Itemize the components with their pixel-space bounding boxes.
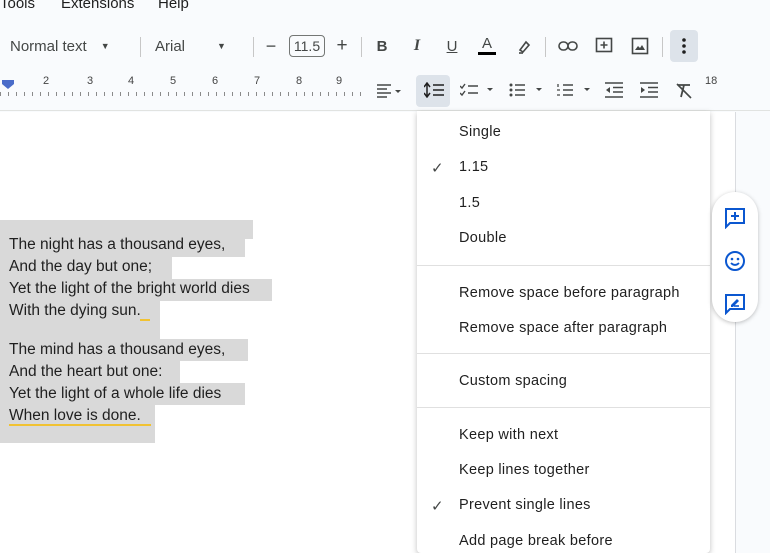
floating-actions	[712, 192, 758, 322]
poem-line: The night has a thousand eyes,	[9, 236, 226, 253]
line-spacing-menu: Single ✓ 1.15 1.5 Double Remove space be…	[417, 111, 710, 553]
underline-button[interactable]: U	[442, 26, 462, 66]
text-color-letter: A	[481, 35, 492, 52]
ruler-number: 7	[254, 75, 261, 87]
bold-button[interactable]: B	[372, 26, 392, 66]
add-comment-icon	[725, 208, 745, 229]
emoji-reaction-button[interactable]	[723, 249, 747, 273]
menu-extensions[interactable]: Extensions	[61, 0, 134, 12]
increase-font-size-button[interactable]: +	[332, 26, 352, 66]
poem-line: Yet the light of a whole life dies	[9, 385, 222, 402]
style-select[interactable]: Normal text ▼	[10, 26, 130, 66]
poem-line: Yet the light of the bright world dies	[9, 280, 250, 297]
menu-item-remove-space-after[interactable]: Remove space after paragraph	[459, 320, 667, 336]
decrease-indent-icon[interactable]	[605, 82, 623, 98]
image-icon	[631, 37, 649, 55]
font-select-value: Arial	[155, 37, 186, 55]
ruler-number: 4	[128, 75, 135, 87]
selection-highlight	[0, 323, 160, 339]
ruler-number: 18	[705, 75, 718, 87]
ruler-number: 8	[296, 75, 303, 87]
menu-item-single[interactable]: Single	[459, 124, 501, 140]
chevron-down-icon: ▼	[100, 41, 110, 51]
add-comment-icon	[595, 37, 613, 53]
poem-line: With the dying sun.	[9, 302, 141, 319]
ruler-number: 6	[212, 75, 219, 87]
toolbar-divider	[545, 37, 546, 57]
menu-bar: Tools Extensions Help	[0, 0, 770, 22]
menu-divider	[417, 353, 710, 354]
spellcheck-underline	[9, 424, 151, 426]
check-icon: ✓	[431, 498, 444, 515]
toolbar-divider	[662, 37, 663, 57]
font-select[interactable]: Arial ▼	[155, 26, 245, 66]
poem-line: The mind has a thousand eyes,	[9, 341, 226, 358]
menu-item-add-page-break-before[interactable]: Add page break before	[459, 533, 613, 549]
emoji-icon	[725, 251, 745, 271]
menu-item-1-15[interactable]: 1.15	[459, 159, 488, 175]
add-comment-side-button[interactable]	[723, 206, 747, 230]
checklist-icon[interactable]	[460, 83, 496, 97]
style-select-value: Normal text	[10, 37, 87, 55]
menu-item-keep-lines-together[interactable]: Keep lines together	[459, 462, 590, 478]
suggest-edits-button[interactable]	[723, 292, 747, 316]
decrease-font-size-button[interactable]: −	[260, 26, 282, 66]
menu-help[interactable]: Help	[158, 0, 189, 12]
ruler: 2 3 4 5 6 7 8 9 18	[0, 70, 770, 111]
more-options-button[interactable]	[670, 30, 698, 62]
text-color-swatch	[478, 52, 496, 55]
more-vert-icon	[682, 38, 686, 54]
bulleted-list-icon[interactable]	[509, 83, 545, 97]
menu-item-remove-space-before[interactable]: Remove space before paragraph	[459, 285, 680, 301]
insert-image-button[interactable]	[628, 26, 652, 66]
increase-indent-icon[interactable]	[640, 82, 658, 98]
ruler-number: 3	[87, 75, 94, 87]
menu-item-prevent-single-lines[interactable]: Prevent single lines	[459, 497, 591, 513]
ruler-number: 5	[170, 75, 177, 87]
add-comment-button[interactable]	[592, 26, 616, 66]
poem-line: And the heart but one:	[9, 363, 163, 380]
suggest-edit-icon	[725, 294, 745, 315]
check-icon: ✓	[431, 160, 444, 177]
menu-item-keep-with-next[interactable]: Keep with next	[459, 427, 558, 443]
ruler-number: 2	[43, 75, 50, 87]
menu-item-custom-spacing[interactable]: Custom spacing	[459, 373, 567, 389]
font-size-value: 11.5	[288, 35, 326, 57]
italic-button[interactable]: I	[407, 26, 427, 66]
ruler-number: 9	[336, 75, 343, 87]
menu-item-double[interactable]: Double	[459, 230, 507, 246]
clear-formatting-icon[interactable]	[675, 82, 693, 100]
link-icon	[558, 41, 578, 51]
menu-divider	[417, 265, 710, 266]
toolbar-divider	[140, 37, 141, 57]
chevron-down-icon: ▼	[217, 41, 226, 51]
menu-item-1-5[interactable]: 1.5	[459, 195, 480, 211]
toolbar-divider	[361, 37, 362, 57]
highlighter-icon	[518, 40, 531, 54]
menu-divider	[417, 407, 710, 408]
font-size-input[interactable]: 11.5	[288, 26, 326, 66]
toolbar-divider	[253, 37, 254, 57]
align-left-icon[interactable]	[377, 84, 401, 98]
line-spacing-icon[interactable]	[424, 82, 444, 98]
toolbar: Normal text ▼ Arial ▼ − 11.5 + B I U A	[0, 26, 770, 66]
ruler-ticks	[0, 85, 365, 97]
text-color-button[interactable]: A	[476, 26, 498, 66]
spellcheck-underline	[140, 319, 150, 321]
insert-link-button[interactable]	[556, 26, 580, 66]
menu-tools[interactable]: Tools	[0, 0, 35, 12]
poem-line: And the day but one;	[9, 258, 153, 275]
highlight-color-button[interactable]	[513, 26, 537, 66]
numbered-list-icon[interactable]	[557, 83, 593, 97]
